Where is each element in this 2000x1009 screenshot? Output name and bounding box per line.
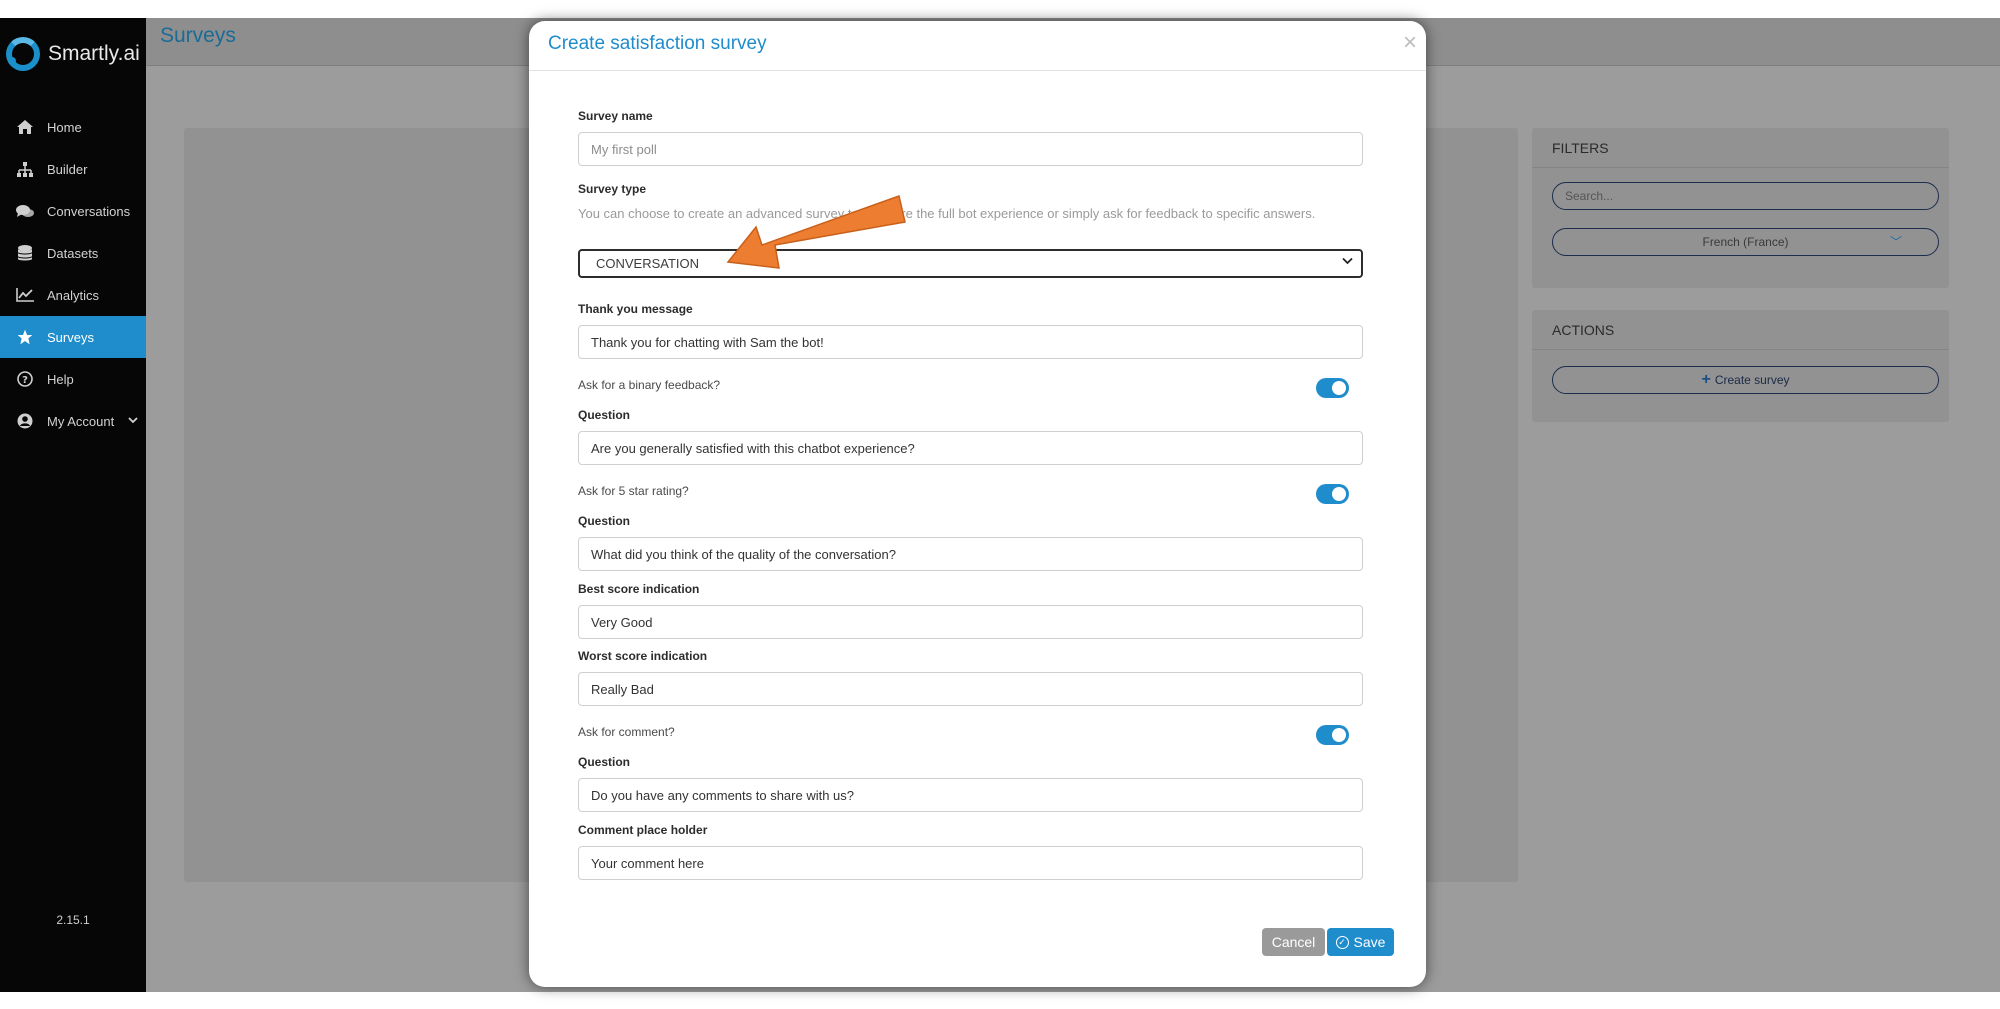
worst-score-label: Worst score indication (578, 649, 708, 663)
thank-you-label: Thank you message (578, 302, 693, 316)
close-icon[interactable]: × (1403, 31, 1417, 55)
binary-question-input[interactable]: Are you generally satisfied with this ch… (578, 431, 1363, 465)
best-score-input[interactable]: Very Good (578, 605, 1363, 639)
sidebar-item-datasets[interactable]: Datasets (0, 232, 146, 274)
binary-question-label: Question (578, 408, 631, 422)
sidebar-item-builder[interactable]: Builder (0, 148, 146, 190)
comment-label: Ask for comment? (578, 725, 675, 739)
survey-type-label: Survey type (578, 182, 647, 196)
star-icon (16, 328, 34, 346)
sidebar-item-label: Analytics (47, 287, 100, 303)
star-question-label: Question (578, 514, 631, 528)
survey-name-label: Survey name (578, 109, 653, 123)
chevron-down-icon: ﹀ (1889, 235, 1902, 249)
sidebar-item-home[interactable]: Home (0, 106, 146, 148)
sidebar-nav: Home Builder Conversations Datasets Anal… (0, 106, 146, 442)
sidebar-item-surveys[interactable]: Surveys (0, 316, 146, 358)
star-rating-toggle[interactable] (1316, 484, 1349, 504)
best-score-label: Best score indication (578, 582, 700, 596)
user-circle-icon (16, 412, 34, 430)
filters-title: FILTERS (1532, 128, 1949, 168)
database-icon (16, 244, 34, 262)
survey-type-select[interactable]: CONVERSATION (578, 249, 1363, 278)
filters-search-input[interactable]: Search... (1552, 182, 1939, 210)
survey-type-description: You can choose to create an advanced sur… (578, 206, 1316, 221)
sidebar-item-label: Help (47, 371, 74, 387)
comment-placeholder-label: Comment place holder (578, 823, 708, 837)
smartly-logo-icon (6, 37, 40, 71)
language-select[interactable]: French (France) ﹀ (1552, 228, 1939, 256)
sidebar-item-label: Surveys (47, 329, 94, 345)
sidebar-item-label: Home (47, 119, 82, 135)
comments-icon (16, 202, 34, 220)
worst-score-input[interactable]: Really Bad (578, 672, 1363, 706)
language-select-value: French (France) (1702, 235, 1789, 249)
create-survey-button[interactable]: + Create survey (1552, 366, 1939, 394)
plus-icon: + (1701, 371, 1711, 388)
thank-you-input[interactable]: Thank you for chatting with Sam the bot! (578, 325, 1363, 359)
modal-title: Create satisfaction survey (548, 33, 767, 54)
binary-feedback-toggle[interactable] (1316, 378, 1349, 398)
home-icon (16, 118, 34, 136)
version-label: 2.15.1 (56, 913, 90, 927)
sidebar: Smartly.ai Home Builder Conversations Da… (0, 18, 146, 992)
create-survey-modal: Create satisfaction survey × Survey name… (529, 21, 1426, 987)
chevron-down-icon (1342, 253, 1353, 268)
survey-type-value: CONVERSATION (596, 256, 700, 271)
sidebar-item-conversations[interactable]: Conversations (0, 190, 146, 232)
star-rating-label: Ask for 5 star rating? (578, 484, 689, 498)
modal-header: Create satisfaction survey × (529, 21, 1426, 71)
save-button[interactable]: ✓ Save (1327, 928, 1394, 956)
line-chart-icon (16, 286, 34, 304)
sidebar-item-label: Datasets (47, 245, 99, 261)
actions-title: ACTIONS (1532, 310, 1949, 350)
comment-toggle[interactable] (1316, 725, 1349, 745)
sidebar-item-label: My Account (47, 413, 115, 429)
survey-name-input[interactable]: My first poll (578, 132, 1363, 166)
sidebar-item-my-account[interactable]: My Account (0, 400, 146, 442)
cancel-button[interactable]: Cancel (1262, 928, 1325, 956)
question-circle-icon: ? (16, 370, 34, 388)
sidebar-item-label: Builder (47, 161, 88, 177)
chevron-down-icon (128, 415, 138, 427)
logo[interactable]: Smartly.ai (6, 34, 140, 74)
svg-text:?: ? (22, 375, 28, 386)
page-title: Surveys (160, 24, 236, 47)
sidebar-item-analytics[interactable]: Analytics (0, 274, 146, 316)
comment-placeholder-input[interactable]: Your comment here (578, 846, 1363, 880)
save-label: Save (1353, 934, 1386, 950)
comment-question-label: Question (578, 755, 631, 769)
sitemap-icon (16, 160, 34, 178)
create-survey-label: Create survey (1714, 373, 1790, 387)
brand-name: Smartly.ai (48, 42, 140, 65)
binary-feedback-label: Ask for a binary feedback? (578, 378, 721, 392)
check-circle-icon: ✓ (1335, 935, 1349, 949)
star-question-input[interactable]: What did you think of the quality of the… (578, 537, 1363, 571)
comment-question-input[interactable]: Do you have any comments to share with u… (578, 778, 1363, 812)
sidebar-item-help[interactable]: ? Help (0, 358, 146, 400)
sidebar-item-label: Conversations (47, 203, 131, 219)
